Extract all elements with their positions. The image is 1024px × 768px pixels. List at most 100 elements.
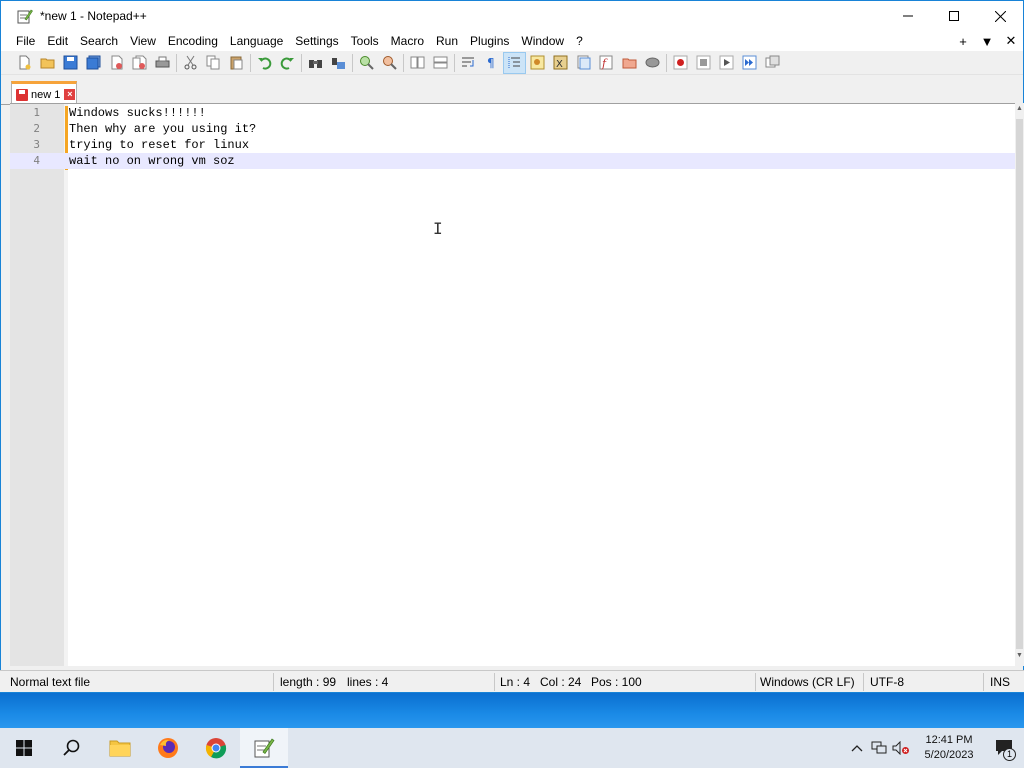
status-bar: Normal text file length : 99 lines : 4 L… [0, 670, 1024, 692]
close-file-icon[interactable] [105, 52, 128, 74]
notepadpp-taskbar-button[interactable] [240, 728, 288, 768]
editor-line[interactable]: 2 Then why are you using it? [10, 121, 1015, 137]
action-center-button[interactable]: 1 [986, 728, 1024, 768]
tab-close-icon[interactable]: × [64, 89, 76, 100]
open-file-icon[interactable] [36, 52, 59, 74]
firefox-icon [158, 738, 178, 758]
system-tray: 12:41 PM 5/20/2023 1 [846, 728, 1024, 768]
menu-bar: File Edit Search View Encoding Language … [1, 31, 1023, 51]
close-button[interactable] [977, 1, 1023, 31]
menu-language[interactable]: Language [224, 31, 289, 51]
line-text[interactable]: trying to reset for linux [69, 137, 249, 153]
menu-help[interactable]: ? [570, 31, 589, 51]
maximize-button[interactable] [931, 1, 977, 31]
document-map-icon[interactable]: X [549, 52, 572, 74]
editor-line[interactable]: 3 trying to reset for linux [10, 137, 1015, 153]
minimize-button[interactable] [885, 1, 931, 31]
clock-date: 5/20/2023 [924, 749, 974, 761]
sync-horizontal-scroll-icon[interactable] [429, 52, 452, 74]
status-encoding[interactable]: UTF-8 [860, 671, 904, 693]
search-button[interactable] [48, 728, 96, 768]
line-text[interactable]: Then why are you using it? [69, 121, 256, 137]
redo-icon[interactable] [276, 52, 299, 74]
notepadpp-icon [254, 738, 275, 758]
scrollbar-thumb[interactable] [1016, 119, 1023, 649]
copy-icon[interactable] [202, 52, 225, 74]
show-hidden-icons-chevron-icon[interactable] [846, 728, 868, 768]
firefox-button[interactable] [144, 728, 192, 768]
show-all-characters-icon[interactable]: ¶ [480, 52, 503, 74]
start-button[interactable] [0, 728, 48, 768]
cut-icon[interactable] [179, 52, 202, 74]
menu-edit[interactable]: Edit [41, 31, 74, 51]
volume-muted-icon[interactable] [890, 728, 912, 768]
stop-recording-icon[interactable] [692, 52, 715, 74]
status-pos: Pos : 100 [591, 675, 642, 689]
window-title: *new 1 - Notepad++ [40, 9, 147, 23]
menu-run[interactable]: Run [430, 31, 464, 51]
run-macro-multiple-times-icon[interactable] [738, 52, 761, 74]
save-macro-icon[interactable] [761, 52, 784, 74]
menu-window[interactable]: Window [515, 31, 570, 51]
user-defined-language-icon[interactable] [526, 52, 549, 74]
undo-icon[interactable] [253, 52, 276, 74]
network-icon[interactable] [868, 728, 890, 768]
unsaved-file-icon [16, 88, 28, 101]
menu-file[interactable]: File [10, 31, 41, 51]
status-length: length : 99 [280, 675, 337, 689]
find-icon[interactable] [304, 52, 327, 74]
line-number: 2 [33, 122, 40, 135]
add-tab-button[interactable]: + [951, 34, 975, 49]
playback-icon[interactable] [715, 52, 738, 74]
replace-icon[interactable] [327, 52, 350, 74]
document-list-icon[interactable] [572, 52, 595, 74]
toolbar: ¶ X f [1, 51, 1023, 75]
new-file-icon[interactable] [13, 52, 36, 74]
function-list-icon[interactable]: f [595, 52, 618, 74]
menu-plugins[interactable]: Plugins [464, 31, 515, 51]
menu-macro[interactable]: Macro [385, 31, 430, 51]
svg-text:¶: ¶ [487, 56, 495, 70]
word-wrap-icon[interactable] [457, 52, 480, 74]
scroll-down-arrow-icon[interactable]: ▼ [1015, 652, 1024, 664]
fold-margin[interactable] [64, 104, 68, 666]
editor-line[interactable]: 1 Windows sucks!!!!!! [10, 105, 1015, 121]
menu-search[interactable]: Search [74, 31, 124, 51]
toolbar-separator [403, 53, 404, 72]
vertical-scrollbar[interactable]: ▲ ▼ [1015, 103, 1024, 666]
line-text[interactable]: Windows sucks!!!!!! [69, 105, 206, 121]
save-icon[interactable] [59, 52, 82, 74]
text-editor[interactable]: 1 Windows sucks!!!!!! 2 Then why are you… [10, 103, 1015, 666]
toolbar-separator [301, 53, 302, 72]
toolbar-separator [176, 53, 177, 72]
toolbar-separator [250, 53, 251, 72]
scroll-up-arrow-icon[interactable]: ▲ [1015, 105, 1024, 117]
tab-list-dropdown-button[interactable]: ▼ [975, 34, 999, 49]
zoom-in-icon[interactable] [355, 52, 378, 74]
paste-icon[interactable] [225, 52, 248, 74]
menu-view[interactable]: View [124, 31, 162, 51]
chrome-button[interactable] [192, 728, 240, 768]
file-explorer-button[interactable] [96, 728, 144, 768]
editor-current-line[interactable]: 4 wait no on wrong vm soz [10, 153, 1015, 169]
monitoring-icon[interactable] [641, 52, 664, 74]
start-recording-icon[interactable] [669, 52, 692, 74]
title-bar[interactable]: *new 1 - Notepad++ [1, 1, 1023, 31]
indent-guide-icon[interactable] [503, 51, 526, 74]
line-text[interactable]: wait no on wrong vm soz [69, 153, 235, 169]
tab-new-1[interactable]: new 1 × [11, 81, 77, 105]
menu-encoding[interactable]: Encoding [162, 31, 224, 51]
menu-settings[interactable]: Settings [289, 31, 344, 51]
taskbar-clock[interactable]: 12:41 PM 5/20/2023 [912, 733, 986, 763]
print-icon[interactable] [151, 52, 174, 74]
status-eol[interactable]: Windows (CR LF) [750, 671, 855, 693]
folder-as-workspace-icon[interactable] [618, 52, 641, 74]
zoom-out-icon[interactable] [378, 52, 401, 74]
close-all-icon[interactable] [128, 52, 151, 74]
menu-tools[interactable]: Tools [345, 31, 385, 51]
status-insert-mode: INS [990, 675, 1011, 689]
sync-vertical-scroll-icon[interactable] [406, 52, 429, 74]
toolbar-separator [352, 53, 353, 72]
close-document-button[interactable]: ✕ [999, 33, 1023, 49]
save-all-icon[interactable] [82, 52, 105, 74]
